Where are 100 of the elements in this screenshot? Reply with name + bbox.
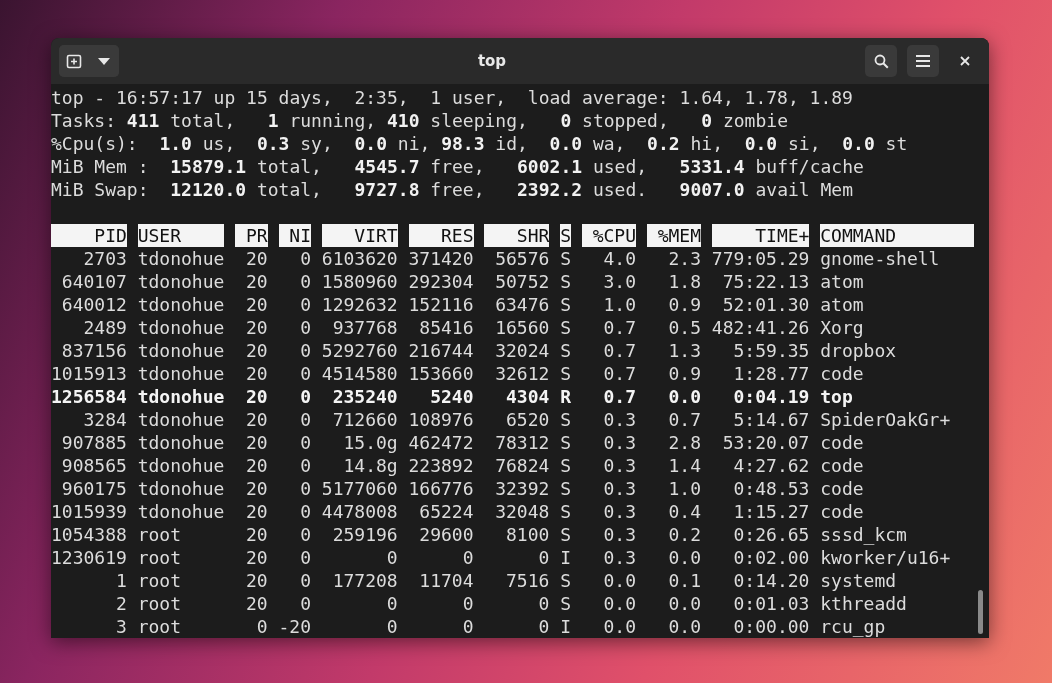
table-cell: -20 <box>278 615 311 638</box>
table-cell-text: 20 <box>245 500 268 523</box>
table-cell-text: 65224 <box>418 500 474 523</box>
table-cell-text: 0.7 <box>602 316 637 339</box>
table-cell-text: 0 <box>299 247 311 270</box>
table-cell-text: 0:48.53 <box>732 477 810 500</box>
column-header: %CPU <box>581 224 637 247</box>
table-cell-text: 0 <box>299 500 311 523</box>
table-cell-text: 0.7 <box>602 362 637 385</box>
column-header: SHR <box>484 224 550 247</box>
table-cell: tdonohue <box>137 247 225 270</box>
table-cell-text: rcu_gp <box>820 615 887 638</box>
column-header: VIRT <box>321 224 398 247</box>
table-cell-text: 2489 <box>82 316 127 339</box>
close-icon <box>960 56 970 66</box>
table-cell-text: 0 <box>299 431 311 454</box>
table-cell: 779:05.29 <box>711 247 810 270</box>
table-cell-text: 0.0 <box>667 592 702 615</box>
table-cell-text: 0.4 <box>667 500 702 523</box>
table-cell-text: 11704 <box>418 569 474 592</box>
table-cell-text: 52:01.30 <box>721 293 810 316</box>
search-button[interactable] <box>865 45 897 77</box>
table-cell: 216744 <box>408 339 474 362</box>
column-header: %MEM <box>646 224 702 247</box>
table-cell-text: 2703 <box>82 247 127 270</box>
column-header: PR <box>235 224 268 247</box>
table-cell-text: 1.0 <box>667 477 702 500</box>
table-cell-text: 0 <box>299 454 311 477</box>
table-cell: I <box>560 615 572 638</box>
table-cell-text: 0 <box>537 615 550 638</box>
table-cell-text: 1.3 <box>667 339 702 362</box>
table-cell-text: 0.3 <box>602 477 637 500</box>
table-cell-text: 20 <box>245 408 268 431</box>
table-cell-text: 5:14.67 <box>732 408 810 431</box>
table-cell-text: 56576 <box>494 247 550 270</box>
table-cell-text: Xorg <box>820 316 865 339</box>
table-cell: 152116 <box>408 293 474 316</box>
table-cell-text: 4.0 <box>602 247 637 270</box>
search-icon <box>873 53 889 69</box>
table-cell-text: 0 <box>299 362 311 385</box>
table-cell-text: 8100 <box>505 523 550 546</box>
table-cell-text: 1 <box>115 569 127 592</box>
table-cell-text: 32392 <box>494 477 550 500</box>
table-cell-text: 0 <box>461 615 474 638</box>
summary-line: Tasks: 411 total, 1 running, 410 sleeping, 0 stopped, 0 zombie <box>51 109 789 132</box>
table-cell: tdonohue <box>137 293 225 316</box>
table-cell-text: 0.0 <box>667 615 702 638</box>
caret-icon <box>98 57 110 65</box>
table-cell-text: 20 <box>245 362 268 385</box>
menu-icon <box>916 55 930 67</box>
column-header: S <box>560 224 572 247</box>
table-cell: 1015939 <box>51 500 127 523</box>
table-cell-text: 20 <box>245 316 268 339</box>
table-cell-text: 0.3 <box>602 523 637 546</box>
table-cell: R <box>560 385 572 408</box>
table-cell: 5177060 <box>321 477 398 500</box>
table-cell-text: 0.3 <box>602 546 637 569</box>
table-cell-text: 259196 <box>331 523 398 546</box>
table-cell-text: 3284 <box>82 408 127 431</box>
scrollbar-thumb[interactable] <box>978 590 983 634</box>
table-cell: tdonohue <box>137 316 225 339</box>
table-cell-text: 177208 <box>331 569 398 592</box>
table-cell: 371420 <box>408 247 474 270</box>
table-cell-text: root <box>137 592 183 615</box>
table-cell: 1580960 <box>321 270 398 293</box>
table-cell-text: 76824 <box>494 454 550 477</box>
table-cell: 1015913 <box>51 362 127 385</box>
table-cell-text: 0.0 <box>667 546 702 569</box>
table-cell-text: 0:26.65 <box>732 523 810 546</box>
table-cell: S <box>560 316 572 339</box>
table-cell-text: 0 <box>461 592 474 615</box>
table-cell-text: 32024 <box>494 339 550 362</box>
table-cell-text: root <box>137 569 183 592</box>
table-cell: 1256584 <box>51 385 127 408</box>
table-cell: 1230619 <box>51 546 127 569</box>
table-cell: 4514580 <box>321 362 398 385</box>
table-cell-text: 53:20.07 <box>721 431 810 454</box>
table-cell-text: 1.4 <box>667 454 702 477</box>
table-cell-text: 0 <box>255 615 268 638</box>
table-cell-text: 0 <box>299 316 311 339</box>
table-cell-text: 0 <box>299 546 311 569</box>
column-header: RES <box>408 224 474 247</box>
table-cell-text: 15.0g <box>342 431 398 454</box>
table-cell-text: atom <box>820 293 865 316</box>
summary-line: top - 16:57:17 up 15 days, 2:35, 1 user, load average: 1.64, 1.78, 1.89 <box>51 86 854 109</box>
table-cell-text: root <box>137 615 183 638</box>
column-header: PID <box>51 224 127 247</box>
table-cell-text: 0 <box>537 592 550 615</box>
table-cell-text: 0.0 <box>602 569 637 592</box>
table-cell-text: 1:15.27 <box>732 500 810 523</box>
table-cell-text: root <box>137 546 183 569</box>
menu-button[interactable] <box>907 45 939 77</box>
table-cell-text: SpiderOakGr+ <box>820 408 952 431</box>
column-header: USER <box>137 224 225 247</box>
table-cell-text: atom <box>820 270 865 293</box>
table-cell: 5292760 <box>321 339 398 362</box>
table-cell-text: gnome-shell <box>820 247 941 270</box>
table-cell-text: root <box>137 523 183 546</box>
table-cell-text: 0.7 <box>667 408 702 431</box>
table-cell-text: sssd_kcm <box>820 523 908 546</box>
